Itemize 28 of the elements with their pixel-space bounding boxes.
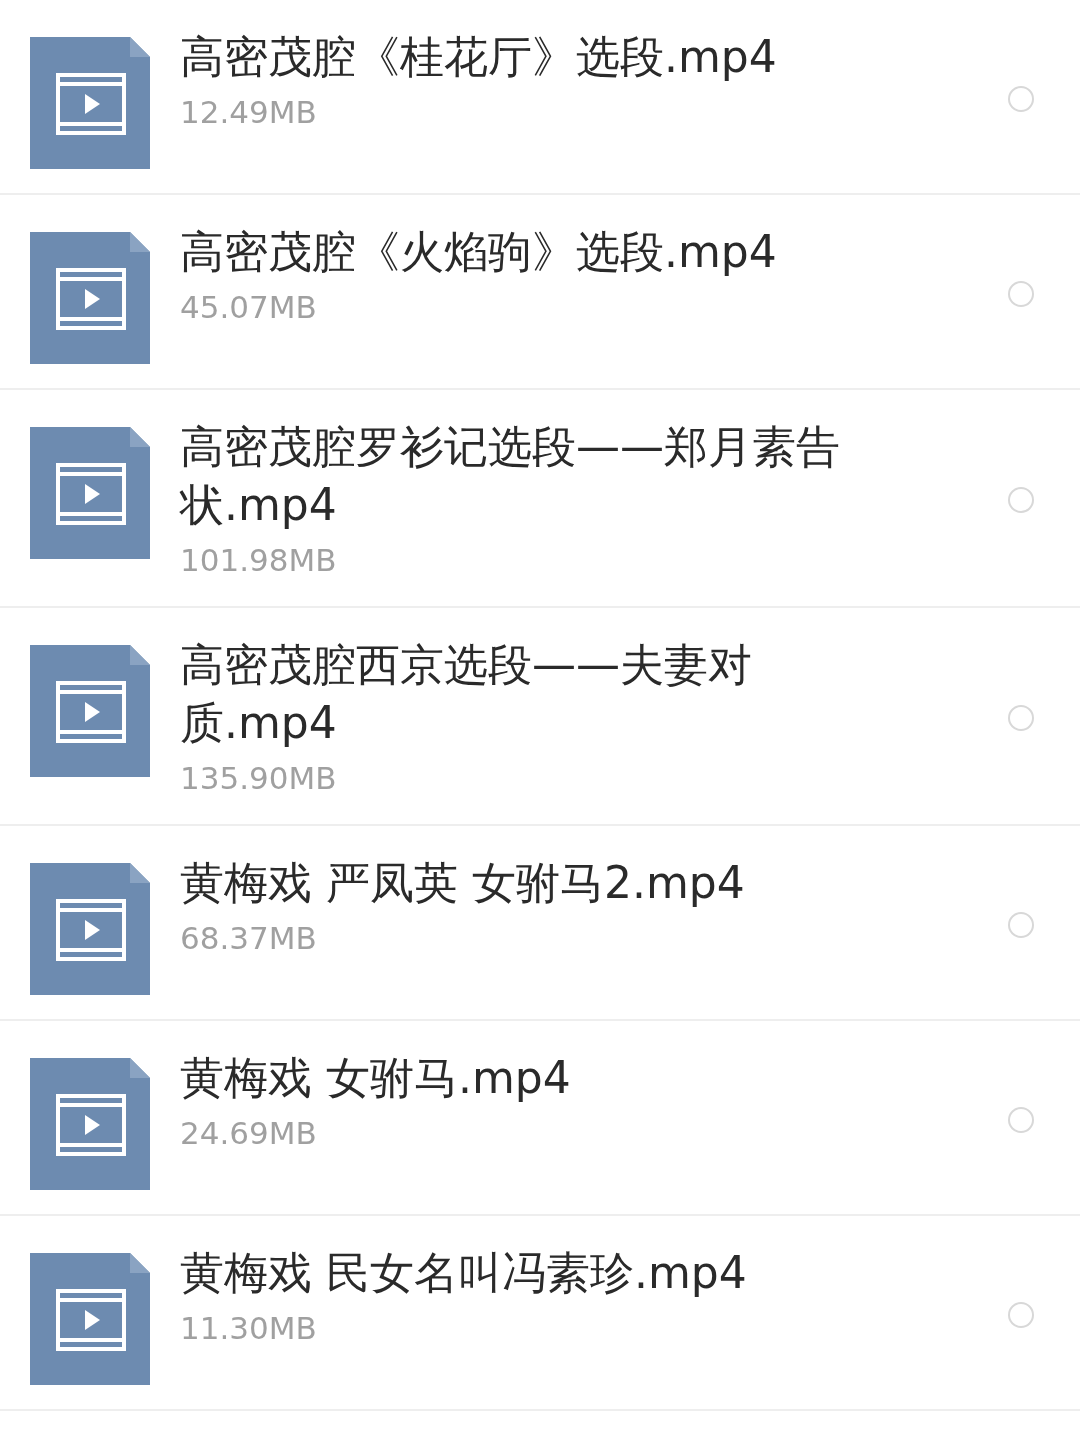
file-size: 24.69MB [180, 1114, 318, 1153]
file-size: 12.49MB [180, 93, 318, 132]
file-size: 68.37MB [180, 919, 318, 958]
video-file-icon [30, 863, 150, 995]
file-name: 高密茂腔罗衫记选段——郑月素告 状.mp4 [180, 420, 841, 532]
file-name: 黄梅戏 严凤英 女驸马2.mp4 [180, 856, 746, 910]
select-radio[interactable] [1008, 85, 1034, 112]
file-name: 高密茂腔西京选段——夫妻对 质.mp4 [180, 638, 753, 750]
video-file-icon [30, 1058, 150, 1190]
select-radio[interactable] [1008, 1301, 1034, 1328]
file-size: 45.07MB [180, 288, 318, 327]
file-name: 黄梅戏 民女名叫冯素珍.mp4 [180, 1246, 748, 1300]
video-file-icon [30, 645, 150, 777]
video-file-icon [30, 1253, 150, 1385]
file-size: 135.90MB [180, 759, 338, 798]
file-size: 101.98MB [180, 541, 338, 580]
select-radio[interactable] [1008, 705, 1034, 731]
file-name: 高密茂腔《桂花厅》选段.mp4 [180, 30, 778, 84]
video-file-icon [30, 427, 150, 559]
video-file-icon [30, 37, 150, 169]
file-name: 高密茂腔《火焰驹》选段.mp4 [180, 225, 778, 279]
select-radio[interactable] [1008, 911, 1034, 938]
select-radio[interactable] [1008, 487, 1034, 513]
video-file-icon [30, 232, 150, 364]
select-radio[interactable] [1008, 1106, 1034, 1133]
file-size: 11.30MB [180, 1309, 318, 1348]
select-radio[interactable] [1008, 280, 1034, 307]
file-name: 黄梅戏 女驸马.mp4 [180, 1051, 572, 1105]
